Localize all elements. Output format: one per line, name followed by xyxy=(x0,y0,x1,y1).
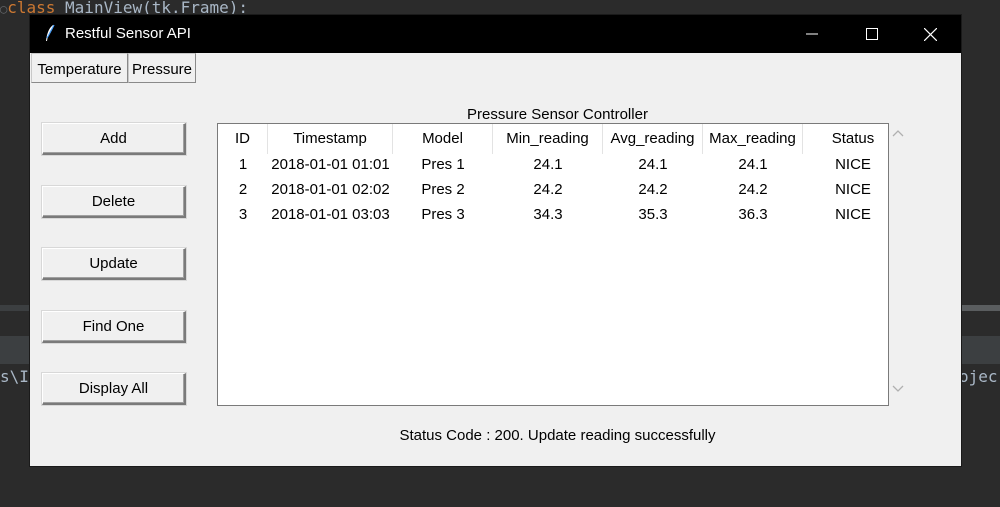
status-label: Status Code : xyxy=(399,427,491,444)
cell-min-reading: 24.2 xyxy=(533,181,563,198)
feather-icon xyxy=(46,24,55,41)
column-header-max-reading[interactable]: Max_reading xyxy=(703,124,803,154)
cell-avg-reading: 24.2 xyxy=(638,181,668,198)
cell-max-reading: 24.2 xyxy=(738,181,768,198)
app-window: Restful Sensor API Temperature Pressure … xyxy=(30,15,961,466)
column-header-avg-reading[interactable]: Avg_reading xyxy=(603,124,703,154)
table-row[interactable]: 3 2018-01-01 03:03 Pres 3 34.3 35.3 36.3… xyxy=(218,202,888,227)
cell-avg-reading: 35.3 xyxy=(638,206,668,223)
cell-id: 1 xyxy=(238,156,248,173)
table-row[interactable]: 1 2018-01-01 01:01 Pres 1 24.1 24.1 24.1… xyxy=(218,152,888,177)
readings-table[interactable]: ID Timestamp Model Min_reading Avg_readi… xyxy=(217,123,889,406)
cell-model: Pres 3 xyxy=(421,206,465,223)
minimize-button[interactable] xyxy=(789,15,835,53)
minimize-icon xyxy=(806,33,818,35)
window-title: Restful Sensor API xyxy=(65,25,191,42)
display-all-button[interactable]: Display All xyxy=(42,373,186,405)
column-header-timestamp[interactable]: Timestamp xyxy=(268,124,393,154)
ide-scrollbar-thumb[interactable] xyxy=(960,305,1000,311)
find-one-button[interactable]: Find One xyxy=(42,311,186,343)
table-scrollbar[interactable] xyxy=(889,123,909,406)
title-bar[interactable]: Restful Sensor API xyxy=(30,15,961,53)
status-line: Status Code : 200. Update reading succes… xyxy=(30,427,1000,444)
table-row[interactable]: 2 2018-01-01 02:02 Pres 2 24.2 24.2 24.2… xyxy=(218,177,888,202)
cell-id: 3 xyxy=(238,206,248,223)
maximize-icon xyxy=(866,28,878,40)
delete-button[interactable]: Delete xyxy=(42,186,186,218)
ide-code: MainView(tk.Frame): xyxy=(55,0,249,15)
cell-min-reading: 34.3 xyxy=(533,206,563,223)
cell-max-reading: 36.3 xyxy=(738,206,768,223)
ide-console-text-right: ojec xyxy=(959,367,998,386)
tab-pressure[interactable]: Pressure xyxy=(128,53,196,83)
column-header-id[interactable]: ID xyxy=(218,124,268,154)
cell-status: NICE xyxy=(835,156,871,173)
window-client: Temperature Pressure Pressure Sensor Con… xyxy=(30,53,961,466)
close-icon xyxy=(923,27,937,41)
close-button[interactable] xyxy=(907,15,953,53)
cell-model: Pres 1 xyxy=(421,156,465,173)
status-message: Update reading successfully xyxy=(527,427,716,444)
cell-status: NICE xyxy=(835,206,871,223)
ide-console-text-left: s\I xyxy=(0,367,29,386)
cell-avg-reading: 24.1 xyxy=(638,156,668,173)
cell-min-reading: 24.1 xyxy=(533,156,563,173)
tab-temperature[interactable]: Temperature xyxy=(31,53,128,83)
column-header-status[interactable]: Status xyxy=(803,124,903,154)
update-button[interactable]: Update xyxy=(42,248,186,280)
page-title: Pressure Sensor Controller xyxy=(467,106,648,123)
cell-id: 2 xyxy=(238,181,248,198)
cell-max-reading: 24.1 xyxy=(738,156,768,173)
scroll-up-icon[interactable] xyxy=(892,129,904,137)
scroll-down-icon[interactable] xyxy=(892,385,904,393)
maximize-button[interactable] xyxy=(849,15,895,53)
cell-timestamp: 2018-01-01 01:01 xyxy=(271,156,390,173)
cell-timestamp: 2018-01-01 02:02 xyxy=(271,181,390,198)
ide-code-line: ◯class MainView(tk.Frame): xyxy=(0,0,1000,15)
cell-model: Pres 2 xyxy=(421,181,465,198)
status-code: 200. xyxy=(494,427,524,444)
add-button[interactable]: Add xyxy=(42,123,186,155)
column-header-min-reading[interactable]: Min_reading xyxy=(493,124,603,154)
cell-status: NICE xyxy=(835,181,871,198)
cell-timestamp: 2018-01-01 03:03 xyxy=(271,206,390,223)
ide-keyword: class xyxy=(7,0,56,15)
column-header-model[interactable]: Model xyxy=(393,124,493,154)
